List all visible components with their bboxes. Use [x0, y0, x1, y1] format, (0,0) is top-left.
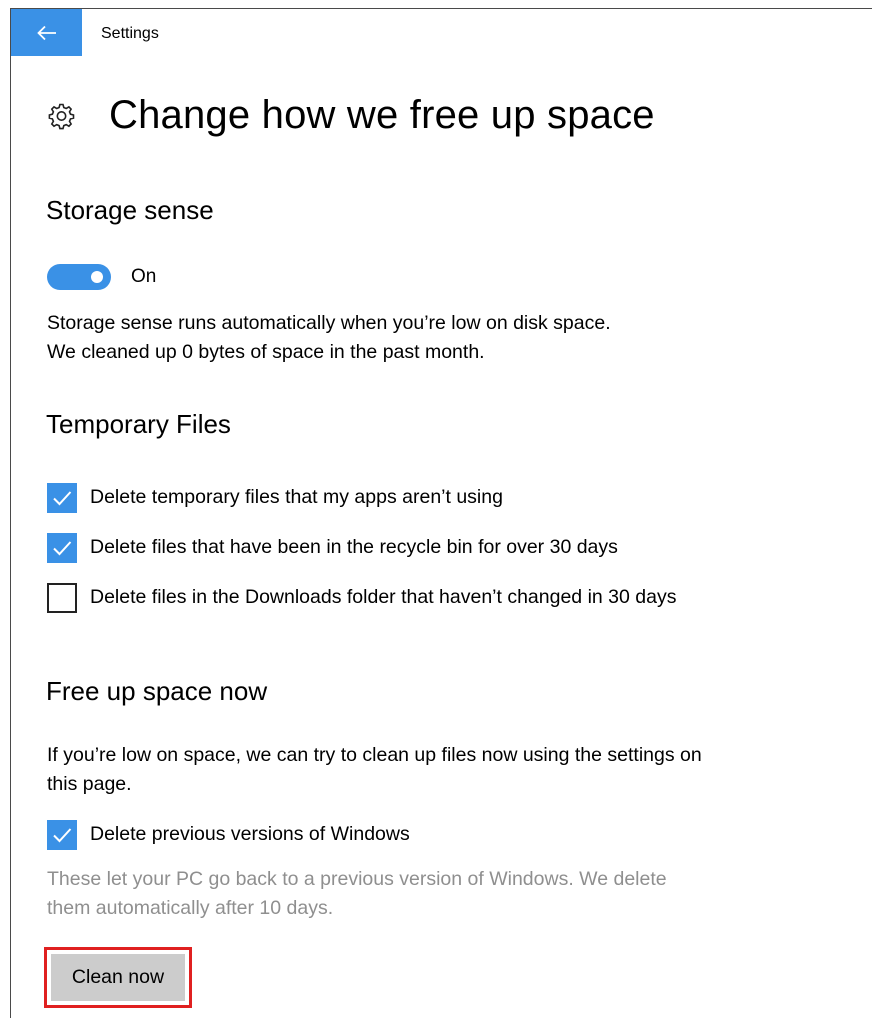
back-arrow-icon	[36, 25, 56, 40]
free-up-space-description: If you’re low on space, we can try to cl…	[47, 744, 702, 795]
back-button[interactable]	[11, 9, 82, 56]
temporary-files-heading: Temporary Files	[46, 409, 231, 439]
settings-window: Settings Change how we free up space Sto…	[10, 8, 872, 1018]
option-temp-files[interactable]: Delete temporary files that my apps aren…	[47, 483, 730, 513]
storage-sense-toggle-row: On	[47, 264, 156, 290]
checkmark-icon	[53, 541, 72, 556]
clean-now-highlight: Clean now	[44, 947, 192, 1008]
checkmark-icon	[53, 491, 72, 506]
storage-sense-description: Storage sense runs automatically when yo…	[47, 309, 747, 367]
storage-sense-heading: Storage sense	[46, 195, 214, 225]
checkbox-recycle-bin[interactable]	[47, 533, 77, 563]
storage-sense-toggle[interactable]	[47, 264, 111, 290]
checkbox-downloads[interactable]	[47, 583, 77, 613]
app-title: Settings	[101, 25, 159, 42]
option-label: Delete files in the Downloads folder tha…	[90, 586, 677, 608]
option-label: Delete files that have been in the recyc…	[90, 536, 618, 558]
checkbox-temp-files[interactable]	[47, 483, 77, 513]
storage-sense-description-line2: We cleaned up 0 bytes of space in the pa…	[47, 341, 485, 363]
option-downloads[interactable]: Delete files in the Downloads folder tha…	[47, 583, 730, 613]
checkmark-icon	[53, 828, 72, 843]
option-recycle-bin[interactable]: Delete files that have been in the recyc…	[47, 533, 730, 563]
previous-windows-note: These let your PC go back to a previous …	[47, 868, 667, 919]
clean-now-button[interactable]: Clean now	[51, 954, 185, 1001]
toggle-knob	[91, 271, 103, 283]
gear-icon	[48, 103, 75, 129]
storage-sense-description-line1: Storage sense runs automatically when yo…	[47, 312, 611, 334]
page-title: Change how we free up space	[109, 93, 655, 137]
option-label: Delete previous versions of Windows	[90, 823, 410, 845]
toggle-label: On	[131, 266, 157, 287]
option-previous-windows[interactable]: Delete previous versions of Windows	[47, 820, 730, 850]
checkbox-previous-windows[interactable]	[47, 820, 77, 850]
page-header: Change how we free up space	[47, 93, 655, 138]
option-label: Delete temporary files that my apps aren…	[90, 486, 503, 508]
free-up-space-heading: Free up space now	[46, 676, 268, 706]
